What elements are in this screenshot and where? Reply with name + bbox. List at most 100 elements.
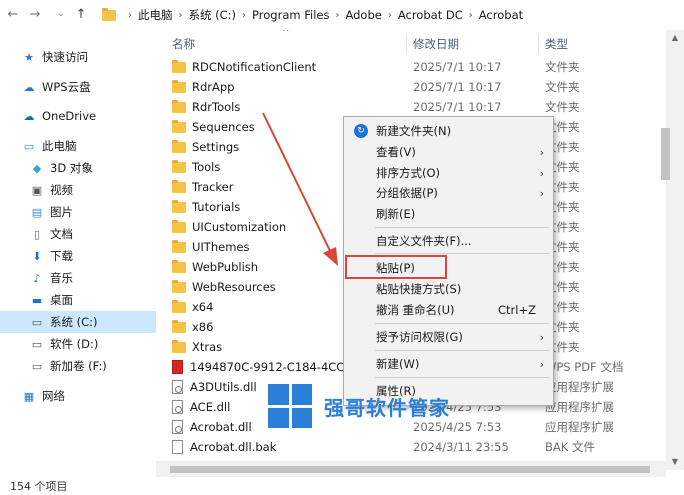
sidebar-item-desktop[interactable]: ▬ 桌面 [0, 289, 156, 311]
breadcrumb-item[interactable]: 系统 (C:) [189, 7, 237, 23]
menu-item-label: 排序方式(O) [376, 166, 441, 180]
breadcrumb-item[interactable]: 此电脑 [138, 7, 173, 23]
file-name-cell: x64 [172, 299, 214, 314]
sidebar-item-videos[interactable]: ▣ 视频 [0, 179, 156, 201]
sidebar-item-3d-objects[interactable]: ◆ 3D 对象 [0, 157, 156, 179]
menu-item-group-by[interactable]: 分组依据(P) › [345, 183, 552, 203]
file-type: 文件夹 [545, 100, 580, 114]
menu-item-new-folder[interactable]: ↻ 新建文件夹(N) [345, 121, 552, 141]
sidebar-item-quick-access[interactable]: ★ 快速访问 [0, 46, 156, 68]
scroll-up-icon[interactable]: ▲ [666, 30, 684, 46]
sidebar-item-this-pc[interactable]: ▭ 此电脑 [0, 135, 156, 157]
file-name: WebPublish [192, 260, 259, 274]
sidebar-item-pictures[interactable]: ▤ 图片 [0, 201, 156, 223]
file-name: RdrTools [192, 100, 241, 114]
forward-arrow-icon[interactable]: → [26, 7, 44, 22]
menu-item-shortcut: Ctrl+Z [498, 303, 536, 317]
file-type: 文件夹 [545, 60, 580, 74]
menu-item-sort-by[interactable]: 排序方式(O) › [345, 163, 552, 183]
folder-icon [172, 99, 186, 113]
menu-separator [375, 377, 549, 378]
up-arrow-icon[interactable]: ↑ [72, 7, 90, 22]
navigation-pane: ★ 快速访问 ☁ WPS云盘 ☁ OneDrive ▭ 此电脑 ◆ 3D 对象 … [0, 30, 156, 478]
menu-item-label: 撤消 重命名(U) [376, 303, 455, 317]
file-name-cell: x86 [172, 319, 214, 334]
vertical-scroll-thumb[interactable] [661, 128, 670, 180]
submenu-chevron-icon: › [539, 145, 544, 159]
file-name: x86 [192, 320, 214, 334]
horizontal-scroll-thumb[interactable] [170, 466, 650, 473]
file-type: 应用程序扩展 [545, 420, 614, 434]
back-arrow-icon[interactable]: ← [4, 7, 22, 22]
sidebar-item-wps-cloud[interactable]: ☁ WPS云盘 [0, 76, 156, 98]
submenu-chevron-icon: › [539, 166, 544, 180]
menu-item-give-access[interactable]: 授予访问权限(G) › [345, 327, 552, 347]
column-header-type[interactable]: 类型 [545, 36, 568, 52]
sidebar-item-label: 视频 [50, 183, 73, 197]
breadcrumb-item[interactable]: Program Files [252, 8, 329, 22]
file-name-cell: Acrobat.dll.bak [172, 440, 276, 454]
column-divider[interactable] [406, 34, 407, 54]
file-name-cell: Settings [172, 139, 239, 154]
onedrive-icon: ☁ [23, 109, 35, 123]
menu-item-paste-shortcut[interactable]: 粘贴快捷方式(S) [345, 279, 552, 299]
column-header-name[interactable]: 名称 [172, 36, 195, 52]
sidebar-item-drive-d[interactable]: ▭ 软件 (D:) [0, 333, 156, 355]
menu-item-new[interactable]: 新建(W) › [345, 354, 552, 374]
folder-icon [172, 239, 186, 253]
desktop-icon: ▬ [31, 293, 43, 307]
sidebar-item-network[interactable]: ▦ 网络 [0, 385, 156, 407]
column-divider[interactable] [538, 34, 539, 54]
menu-separator [375, 253, 549, 254]
scroll-down-icon[interactable]: ▼ [666, 454, 684, 470]
file-row[interactable]: Acrobat.dll.bak 2024/3/11 23:55 BAK 文件 [156, 437, 666, 457]
file-name: 1494870C-9912-C184-4CC9- [190, 360, 356, 374]
file-row[interactable]: RDCNotificationClient 2025/7/1 10:17 文件夹 [156, 57, 666, 77]
menu-item-label: 新建(W) [376, 357, 420, 371]
folder-icon [172, 139, 186, 153]
sidebar-item-label: 文档 [50, 227, 73, 241]
file-date: 2025/7/1 10:17 [413, 80, 502, 94]
breadcrumb-item[interactable]: Acrobat DC [398, 8, 463, 22]
sidebar-item-label: 桌面 [50, 293, 73, 307]
file-name: Sequences [192, 120, 255, 134]
menu-item-view[interactable]: 查看(V) › [345, 142, 552, 162]
sidebar-item-label: 快速访问 [42, 50, 88, 64]
folder-icon [172, 199, 186, 213]
breadcrumb-item[interactable]: Acrobat [479, 8, 523, 22]
menu-item-label: 新建文件夹(N) [376, 124, 452, 138]
folder-icon [172, 219, 186, 233]
sidebar-item-label: 系统 (C:) [50, 315, 98, 329]
menu-item-label: 授予访问权限(G) [376, 330, 463, 344]
file-row[interactable]: RdrApp 2025/7/1 10:17 文件夹 [156, 77, 666, 97]
file-type: 应用程序扩展 [545, 380, 614, 394]
breadcrumb-item[interactable]: Adobe [345, 8, 381, 22]
menu-item-customize-folder[interactable]: 自定义文件夹(F)... [345, 231, 552, 251]
menu-item-undo-rename[interactable]: 撤消 重命名(U) Ctrl+Z [345, 300, 552, 320]
file-row[interactable]: RdrTools 2025/7/1 10:17 文件夹 [156, 97, 666, 117]
history-chevron-icon[interactable]: ⌄ [52, 9, 70, 19]
address-bar: ← → ⌄ ↑ › 此电脑 › 系统 (C:) › Program Files … [0, 0, 684, 30]
menu-item-refresh[interactable]: 刷新(E) [345, 204, 552, 224]
folder-icon [172, 79, 186, 93]
sidebar-item-label: 网络 [42, 389, 65, 403]
sidebar-item-drive-c[interactable]: ▭ 系统 (C:) [0, 311, 156, 333]
file-name-cell: ACE.dll [172, 400, 230, 414]
vertical-scrollbar[interactable]: ▲ ▼ [666, 30, 684, 470]
breadcrumb[interactable]: › 此电脑 › 系统 (C:) › Program Files › Adobe … [96, 3, 684, 27]
chevron-right-icon: › [128, 9, 132, 21]
file-name: Acrobat.dll [190, 420, 252, 434]
sidebar-item-label: WPS云盘 [42, 80, 91, 94]
sidebar-item-documents[interactable]: ▯ 文档 [0, 223, 156, 245]
column-header-date[interactable]: 修改日期 [413, 36, 459, 52]
sidebar-item-onedrive[interactable]: ☁ OneDrive [0, 105, 156, 127]
sidebar-item-downloads[interactable]: ⬇ 下载 [0, 245, 156, 267]
file-name: x64 [192, 300, 214, 314]
sidebar-item-drive-f[interactable]: ▭ 新加卷 (F:) [0, 355, 156, 377]
video-icon: ▣ [31, 183, 43, 197]
sidebar-item-music[interactable]: ♪ 音乐 [0, 267, 156, 289]
horizontal-scrollbar[interactable] [156, 461, 666, 477]
folder-icon [172, 279, 186, 293]
music-icon: ♪ [33, 271, 41, 285]
menu-item-label: 粘贴快捷方式(S) [376, 282, 462, 296]
